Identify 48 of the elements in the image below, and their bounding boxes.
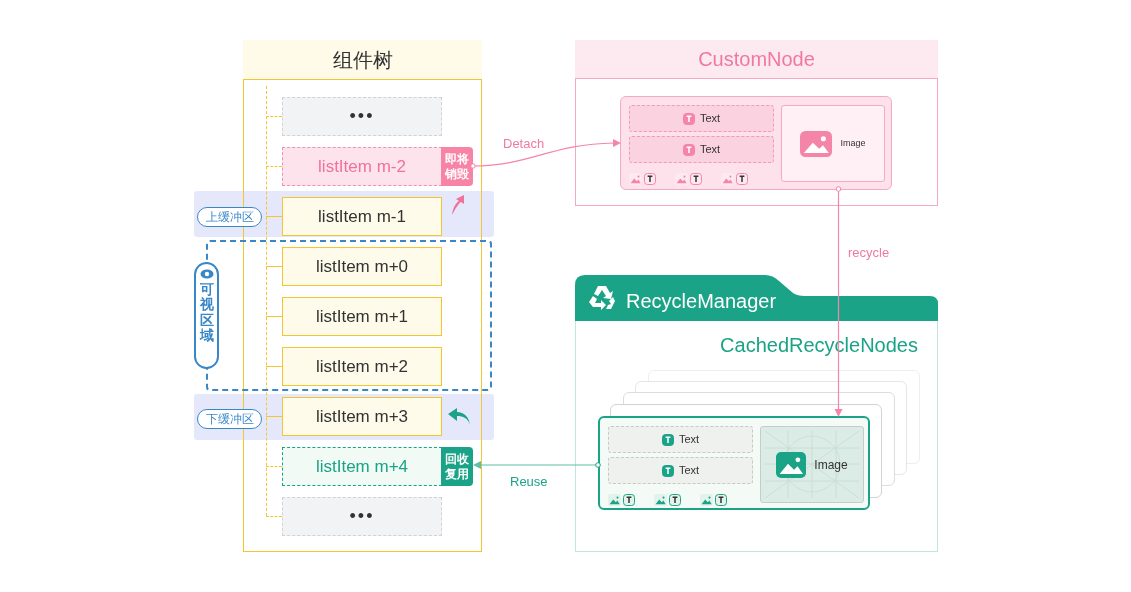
list-item: listItem m+3	[282, 397, 442, 436]
zone-label: 下缓冲区	[197, 409, 262, 429]
recycle-icon	[587, 284, 617, 312]
list-item: listItem m+1	[282, 297, 442, 336]
text-icon	[623, 494, 635, 506]
image-label: Image	[840, 136, 866, 150]
text-icon	[661, 433, 674, 446]
image-icon	[654, 494, 667, 506]
back-arrow-icon	[446, 407, 472, 427]
text-icon	[736, 173, 748, 185]
image-icon	[721, 173, 734, 185]
list-item: listItem m+2	[282, 347, 442, 386]
image-icon	[608, 494, 621, 506]
arrow-label: recycle	[848, 244, 890, 262]
image-icon	[800, 130, 833, 157]
text-label: Text	[699, 111, 721, 127]
text-icon	[682, 112, 695, 125]
image-icon	[629, 173, 642, 185]
tree-title: 组件树	[243, 40, 482, 80]
list-item: listItem m+4	[282, 447, 442, 486]
eye-icon	[199, 269, 214, 279]
text-icon	[690, 173, 702, 185]
arrow-label: Detach	[503, 135, 545, 153]
text-label: Text	[699, 142, 721, 158]
text-icon	[661, 464, 674, 477]
image-icon	[776, 451, 807, 478]
status-tag: 即将销毁	[441, 147, 473, 186]
image-icon	[675, 173, 688, 185]
image-icon	[700, 494, 713, 506]
list-item: listItem m+0	[282, 247, 442, 286]
text-label: Text	[678, 463, 700, 479]
zone-label: 上缓冲区	[197, 207, 262, 227]
ellipsis-item: •••	[282, 97, 442, 136]
panel-subtitle: CachedRecycleNodes	[719, 333, 918, 358]
list-item: listItem m-1	[282, 197, 442, 236]
text-icon	[682, 143, 695, 156]
panel-title: RecycleManager	[626, 289, 777, 314]
panel-title: CustomNode	[575, 40, 938, 79]
image-label: Image	[814, 456, 848, 474]
text-icon	[715, 494, 727, 506]
text-icon	[644, 173, 656, 185]
status-tag: 回收复用	[441, 447, 473, 486]
ellipsis-item: •••	[282, 497, 442, 536]
zone-text: 可视区域	[199, 282, 214, 344]
text-label: Text	[678, 432, 700, 448]
text-icon	[669, 494, 681, 506]
list-item: listItem m-2	[282, 147, 442, 186]
arrow-label: Reuse	[510, 473, 548, 491]
